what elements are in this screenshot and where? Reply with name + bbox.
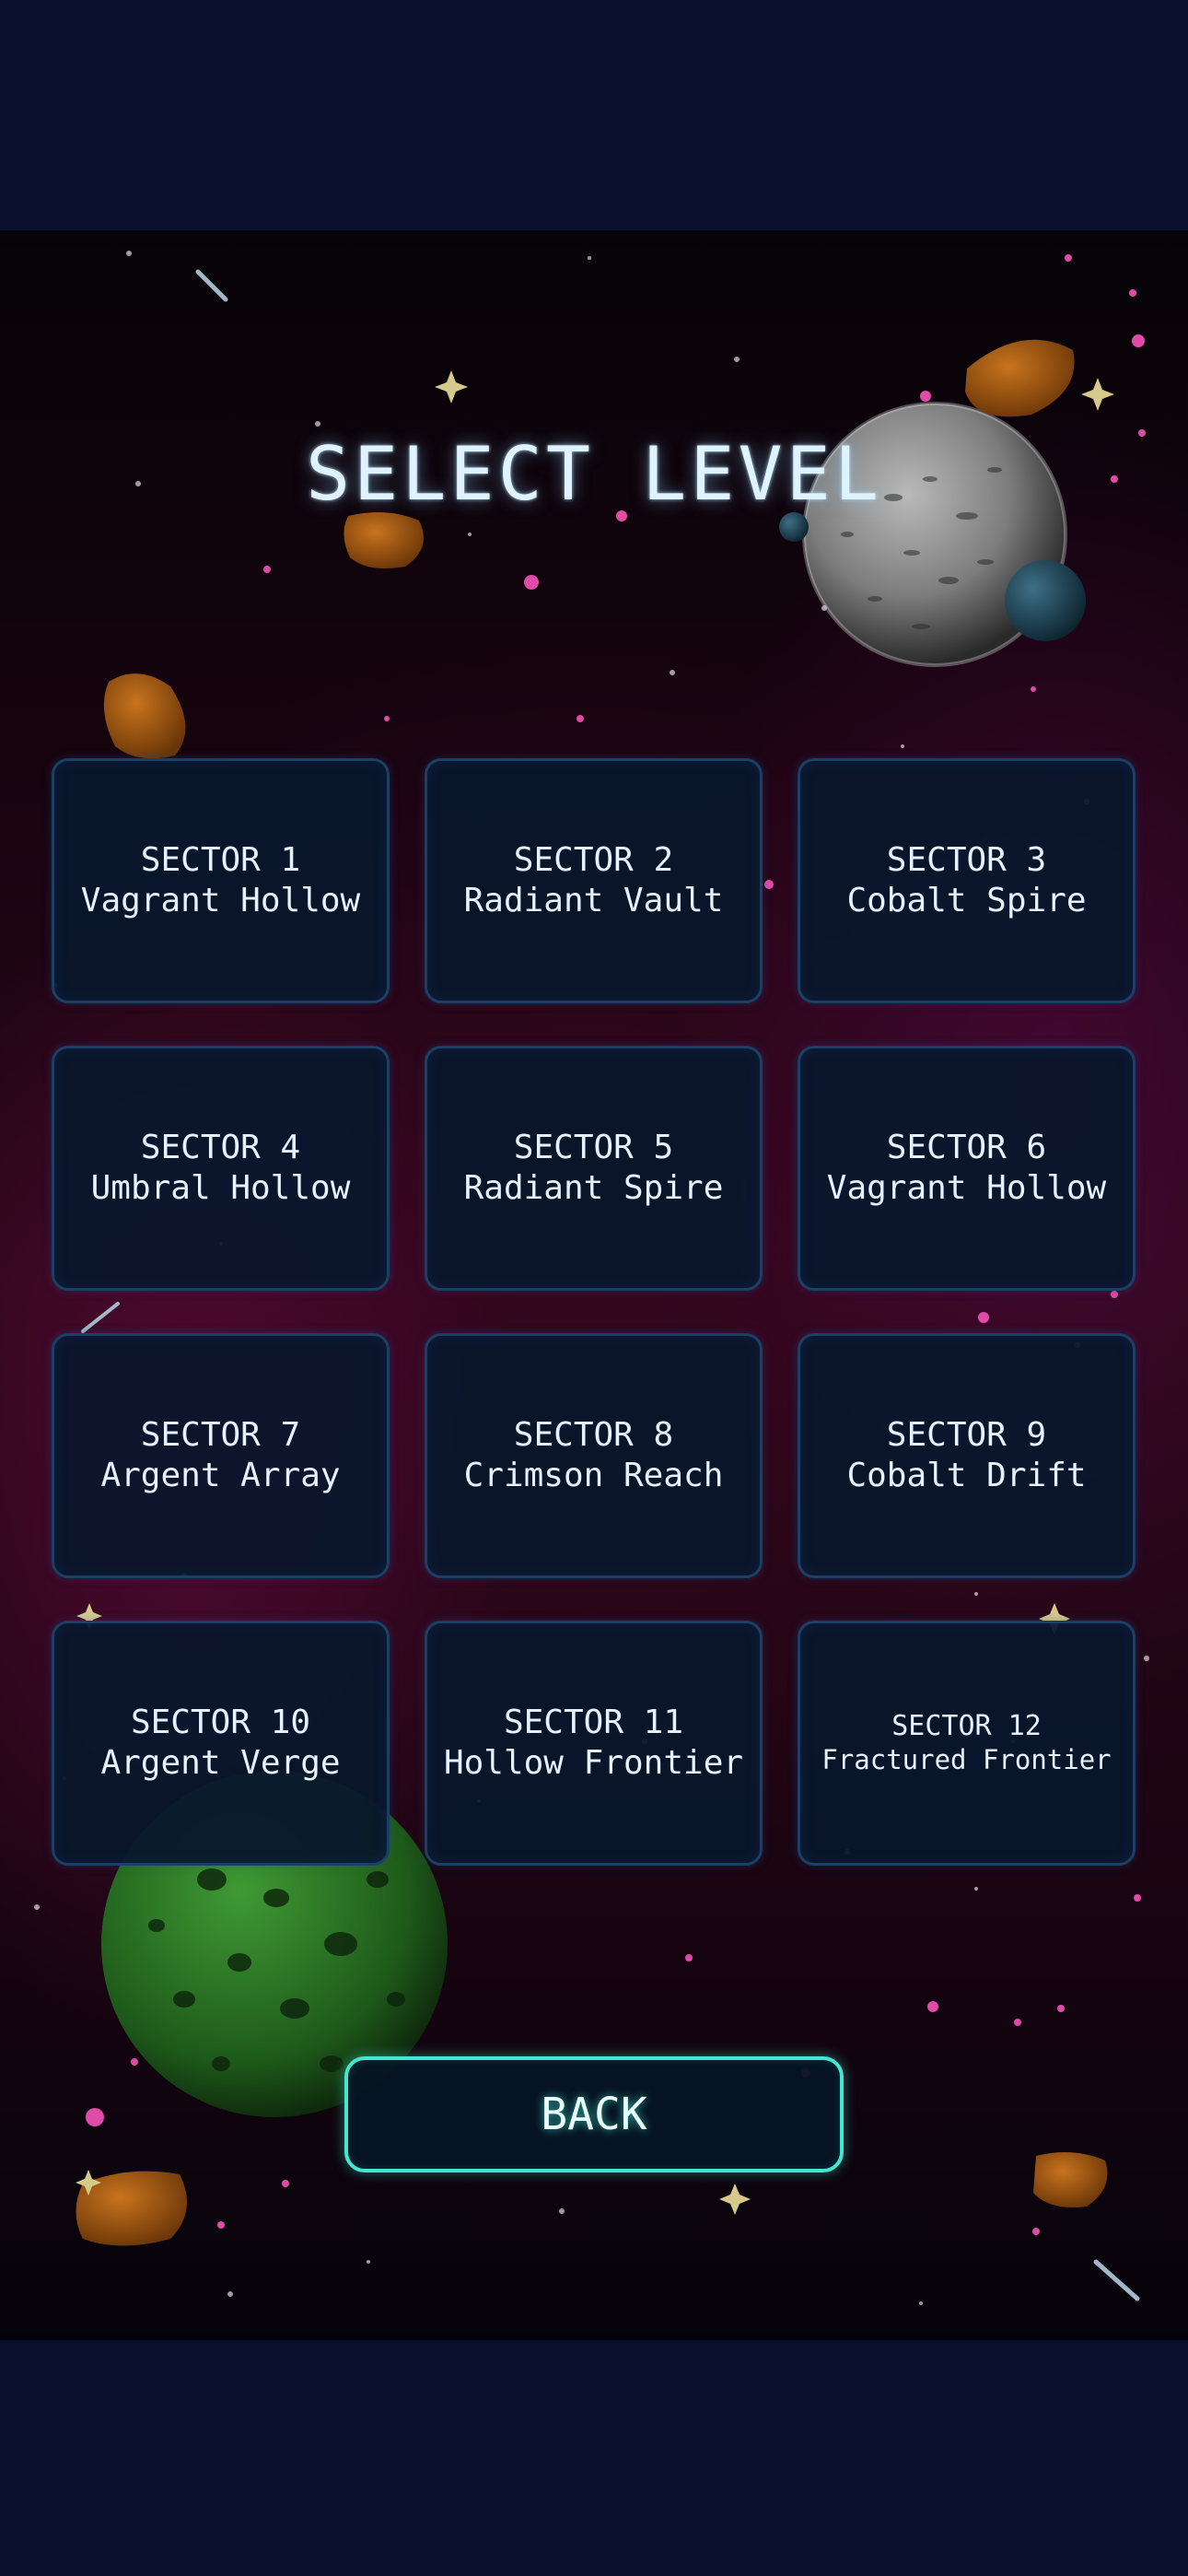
level-select-view: SELECT LEVEL SECTOR 1 Vagrant Hollow SEC…: [0, 230, 1188, 2340]
level-sector-label: SECTOR 3: [886, 841, 1047, 879]
level-button-sector-1[interactable]: SECTOR 1 Vagrant Hollow: [52, 758, 390, 1003]
back-button[interactable]: BACK: [344, 2056, 844, 2172]
level-name-label: Radiant Spire: [463, 1169, 724, 1207]
level-button-sector-7[interactable]: SECTOR 7 Argent Array: [52, 1333, 390, 1578]
level-button-sector-3[interactable]: SECTOR 3 Cobalt Spire: [798, 758, 1136, 1003]
level-name-label: Cobalt Drift: [846, 1457, 1087, 1494]
page-title: SELECT LEVEL: [306, 431, 882, 517]
level-name-label: Vagrant Hollow: [826, 1169, 1107, 1207]
level-name-label: Hollow Frontier: [443, 1744, 744, 1782]
level-button-sector-10[interactable]: SECTOR 10 Argent Verge: [52, 1621, 390, 1866]
level-sector-label: SECTOR 4: [140, 1129, 301, 1166]
level-button-sector-11[interactable]: SECTOR 11 Hollow Frontier: [425, 1621, 763, 1866]
level-sector-label: SECTOR 2: [513, 841, 674, 879]
level-name-label: Argent Array: [100, 1457, 341, 1494]
level-sector-label: SECTOR 6: [886, 1129, 1047, 1166]
level-sector-label: SECTOR 11: [503, 1704, 684, 1741]
level-name-label: Radiant Vault: [463, 882, 724, 919]
level-name-label: Argent Verge: [100, 1744, 341, 1782]
level-name-label: Umbral Hollow: [90, 1169, 351, 1207]
level-button-sector-4[interactable]: SECTOR 4 Umbral Hollow: [52, 1046, 390, 1291]
level-name-label: Vagrant Hollow: [80, 882, 361, 919]
level-button-sector-2[interactable]: SECTOR 2 Radiant Vault: [425, 758, 763, 1003]
level-name-label: Cobalt Spire: [846, 882, 1087, 919]
level-sector-label: SECTOR 9: [886, 1416, 1047, 1454]
level-sector-label: SECTOR 7: [140, 1416, 301, 1454]
level-button-sector-9[interactable]: SECTOR 9 Cobalt Drift: [798, 1333, 1136, 1578]
level-sector-label: SECTOR 12: [891, 1710, 1042, 1742]
level-grid: SECTOR 1 Vagrant Hollow SECTOR 2 Radiant…: [52, 758, 1136, 1866]
level-button-sector-6[interactable]: SECTOR 6 Vagrant Hollow: [798, 1046, 1136, 1291]
level-name-label: Fractured Frontier: [821, 1744, 1112, 1775]
level-button-sector-5[interactable]: SECTOR 5 Radiant Spire: [425, 1046, 763, 1291]
level-button-sector-8[interactable]: SECTOR 8 Crimson Reach: [425, 1333, 763, 1578]
level-name-label: Crimson Reach: [463, 1457, 724, 1494]
level-button-sector-12[interactable]: SECTOR 12 Fractured Frontier: [798, 1621, 1136, 1866]
level-sector-label: SECTOR 5: [513, 1129, 674, 1166]
game-screen: SELECT LEVEL SECTOR 1 Vagrant Hollow SEC…: [0, 0, 1188, 2576]
level-sector-label: SECTOR 10: [130, 1704, 311, 1741]
level-sector-label: SECTOR 8: [513, 1416, 674, 1454]
level-sector-label: SECTOR 1: [140, 841, 301, 879]
